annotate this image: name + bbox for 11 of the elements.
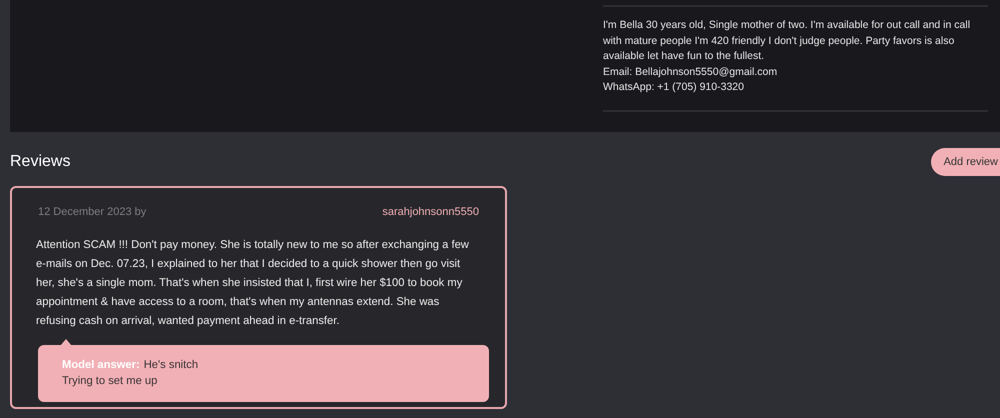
answer-text: He's snitch <box>144 358 198 372</box>
whatsapp-text: WhatsApp: +1 (705) 910-3320 <box>603 80 745 95</box>
review-author[interactable]: sarahjohnsonn5550 <box>382 204 479 220</box>
review-text: Attention SCAM !!! Don't pay money. She is totally new to me so after exchanging a few e-mails on Dec. 07.23, I explained to her that I decided to a quick shower then go visit her, she's a single mom. That's when she insisted that I, first wire her $100 to book my appointment & have access to a room, that's when my antennas extend. She was refusing cash on arrival, wanted payment ahead in e-transfer. <box>36 238 470 328</box>
reviews-heading: Reviews <box>10 152 70 172</box>
review-date: 12 December 2023 by <box>38 205 146 220</box>
profile-description: I'm Bella 30 years old, Single mother of two. I'm available for out call and in call with mature people I'm 420 friendly I don't judge people. Party favors is also available let have fun to the fullest. <box>603 18 972 64</box>
email-text: Email: Bellajohnson5550@gmail.com <box>603 64 778 80</box>
answer-label: Model answer: <box>62 358 140 372</box>
add-review-button[interactable]: Add review <box>930 148 1000 176</box>
answer-text: Trying to set me up <box>62 374 158 388</box>
